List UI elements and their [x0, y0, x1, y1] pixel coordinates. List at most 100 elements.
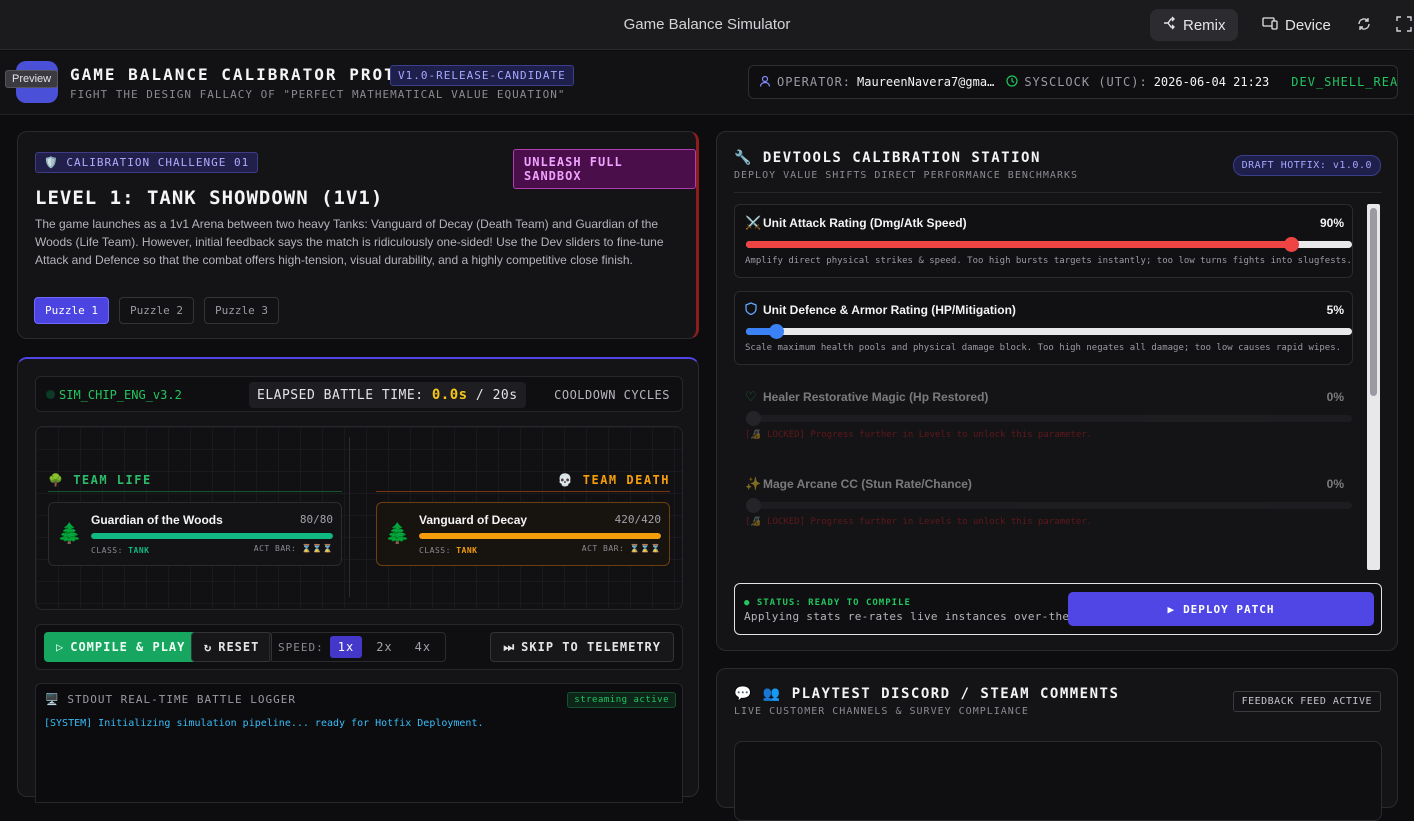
- param-list[interactable]: ⚔️ Unit Attack Rating (Dmg/Atk Speed) 90…: [734, 204, 1367, 570]
- status-pill: OPERATOR: MaureenNavera7@gma… SYSCLOCK (…: [748, 65, 1398, 99]
- logger-header: 🖥️ STDOUT REAL-TIME BATTLE LOGGER: [45, 693, 296, 706]
- param-description: Amplify direct physical strikes & speed.…: [745, 256, 1352, 266]
- remix-button[interactable]: Remix: [1150, 9, 1238, 41]
- team-death-underline: [376, 491, 670, 492]
- deploy-patch-label: DEPLOY PATCH: [1183, 602, 1275, 616]
- param-healer: ♡ Healer Restorative Magic (Hp Restored)…: [734, 378, 1353, 452]
- preview-tag: Preview: [5, 70, 59, 88]
- refresh-icon[interactable]: [1356, 16, 1374, 34]
- app-topbar: Game Balance Simulator Remix Device: [0, 0, 1414, 50]
- discord-title: 💬 👥 PLAYTEST DISCORD / STEAM COMMENTS: [734, 686, 1119, 702]
- challenge-panel: 🛡️ CALIBRATION CHALLENGE 01 UNLEASH FULL…: [17, 131, 699, 339]
- tab-puzzle-3[interactable]: Puzzle 3: [203, 297, 279, 324]
- tab-puzzle-1[interactable]: Puzzle 1: [34, 297, 109, 324]
- skip-label: SKIP TO TELEMETRY: [521, 640, 661, 654]
- param-name: Unit Attack Rating (Dmg/Atk Speed): [763, 216, 967, 230]
- unit-name: Vanguard of Decay: [419, 513, 528, 527]
- engine-chip: SIM_CHIP_ENG_v3.2: [46, 388, 182, 402]
- engine-status-dot: [46, 390, 55, 399]
- device-icon: [1262, 16, 1278, 34]
- logger-title: STDOUT REAL-TIME BATTLE LOGGER: [67, 693, 297, 706]
- devtools-subtitle: DEPLOY VALUE SHIFTS DIRECT PERFORMANCE B…: [734, 170, 1079, 181]
- elapsed-total: / 20s: [475, 388, 518, 403]
- param-description: [🔏 LOCKED] Progress further in Levels to…: [745, 430, 1093, 440]
- unit-name: Guardian of the Woods: [91, 513, 223, 527]
- device-label: Device: [1285, 16, 1331, 34]
- team-death-label: TEAM DEATH: [582, 473, 670, 487]
- speed-4x-button[interactable]: 4x: [407, 636, 439, 658]
- unit-hp: 80/80: [299, 513, 333, 526]
- param-description: Scale maximum health pools and physical …: [745, 343, 1342, 353]
- user-icon: [759, 75, 771, 90]
- skip-telemetry-button[interactable]: ⏭ SKIP TO TELEMETRY: [490, 632, 674, 662]
- unit-card-guardian[interactable]: 🌲 Guardian of the Woods 80/80 CLASS: TAN…: [48, 502, 342, 566]
- shield-icon: [745, 302, 757, 318]
- slider-knob: [746, 411, 761, 426]
- shield-badge-icon: 🛡️: [44, 156, 59, 169]
- hotfix-badge: DRAFT HOTFIX: v1.0.0: [1232, 155, 1381, 176]
- unit-act-bar: ACT BAR: ⌛⌛⌛: [582, 544, 661, 553]
- sysclock-value: 2026-06-04 21:23: [1153, 75, 1270, 89]
- version-badge: V1.0-RELEASE-CANDIDATE: [390, 65, 574, 86]
- param-name: Unit Defence & Armor Rating (HP/Mitigati…: [763, 303, 1016, 317]
- unit-hp-bar: [91, 533, 333, 539]
- slider-knob[interactable]: [1284, 237, 1300, 252]
- param-name: Healer Restorative Magic (Hp Restored): [763, 390, 989, 404]
- fullscreen-icon[interactable]: [1396, 16, 1414, 34]
- operator-label: OPERATOR:: [777, 75, 852, 89]
- deploy-patch-button[interactable]: ▶ DEPLOY PATCH: [1068, 592, 1374, 626]
- cooldown-label: COOLDOWN CYCLES: [554, 388, 670, 402]
- discord-panel: 💬 👥 PLAYTEST DISCORD / STEAM COMMENTS LI…: [716, 668, 1398, 821]
- arena-divider: [349, 437, 350, 597]
- unit-hp-fill: [419, 533, 661, 539]
- tab-puzzle-2[interactable]: Puzzle 2: [118, 297, 194, 324]
- defence-slider[interactable]: [746, 324, 1352, 339]
- challenge-chip: 🛡️ CALIBRATION CHALLENGE 01: [35, 152, 259, 173]
- sparkle-icon: ✨: [745, 476, 762, 491]
- scrollbar-thumb[interactable]: [1370, 208, 1377, 396]
- engine-label: SIM_CHIP_ENG_v3.2: [59, 388, 182, 402]
- reset-button[interactable]: ↻ RESET: [191, 632, 273, 662]
- reset-label: RESET: [218, 640, 260, 654]
- unit-card-vanguard[interactable]: 🌲 Vanguard of Decay 420/420 CLASS: TANK …: [376, 502, 670, 566]
- feedback-badge: FEEDBACK FEED ACTIVE: [1232, 691, 1381, 712]
- sim-status-bar: SIM_CHIP_ENG_v3.2 ELAPSED BATTLE TIME: 0…: [35, 376, 683, 412]
- devtools-panel: 🔧 DEVTOOLS CALIBRATION STATION DEPLOY VA…: [716, 131, 1398, 651]
- unit-class-label: CLASS:: [419, 546, 451, 555]
- unit-class-value: TANK: [128, 546, 150, 555]
- sim-controls: ▷ COMPILE & PLAY ↻ RESET SPEED: 1x 2x 4x ⏭…: [35, 624, 683, 670]
- heart-icon: ♡: [745, 389, 757, 404]
- param-list-scrollbar[interactable]: [1367, 204, 1380, 570]
- page-title: GAME BALANCE CALIBRATOR PROTO™: [70, 65, 419, 84]
- unit-class: CLASS: TANK: [419, 546, 478, 555]
- devtools-title-label: DEVTOOLS CALIBRATION STATION: [762, 150, 1041, 166]
- param-value: 0%: [1326, 390, 1344, 404]
- shell-status: DEV_SHELL_READY: [1291, 75, 1398, 89]
- hourglass-icon: ⌛⌛⌛: [301, 544, 333, 553]
- slider-knob[interactable]: [769, 324, 785, 339]
- param-attack: ⚔️ Unit Attack Rating (Dmg/Atk Speed) 90…: [734, 204, 1353, 278]
- unit-class-value: TANK: [456, 546, 478, 555]
- remix-icon: [1162, 16, 1176, 34]
- unit-class: CLASS: TANK: [91, 546, 150, 555]
- speed-1x-button[interactable]: 1x: [329, 636, 363, 658]
- speed-2x-button[interactable]: 2x: [368, 636, 400, 658]
- reset-icon: ↻: [204, 640, 213, 654]
- slider-fill: [746, 241, 1292, 248]
- unit-act-label: ACT BAR:: [581, 544, 625, 553]
- play-icon: ▷: [56, 640, 65, 654]
- unleash-sandbox-button[interactable]: UNLEASH FULL SANDBOX: [513, 149, 696, 189]
- feedback-feed[interactable]: [734, 741, 1382, 821]
- team-life-header: 🌳 TEAM LIFE: [48, 473, 152, 487]
- sysclock-label: SYSCLOCK (UTC):: [1024, 75, 1148, 89]
- compile-play-button[interactable]: ▷ COMPILE & PLAY: [44, 632, 198, 662]
- wrench-icon: 🔧: [734, 150, 753, 166]
- device-button[interactable]: Device: [1250, 9, 1343, 41]
- unit-act-label: ACT BAR:: [253, 544, 297, 553]
- param-description: [🔏 LOCKED] Progress further in Levels to…: [745, 517, 1093, 527]
- param-defence: Unit Defence & Armor Rating (HP/Mitigati…: [734, 291, 1353, 365]
- attack-slider[interactable]: [746, 237, 1352, 252]
- slider-knob: [746, 498, 761, 513]
- elapsed-value: 0.0s: [431, 387, 468, 403]
- play-icon: ▶: [1167, 602, 1176, 616]
